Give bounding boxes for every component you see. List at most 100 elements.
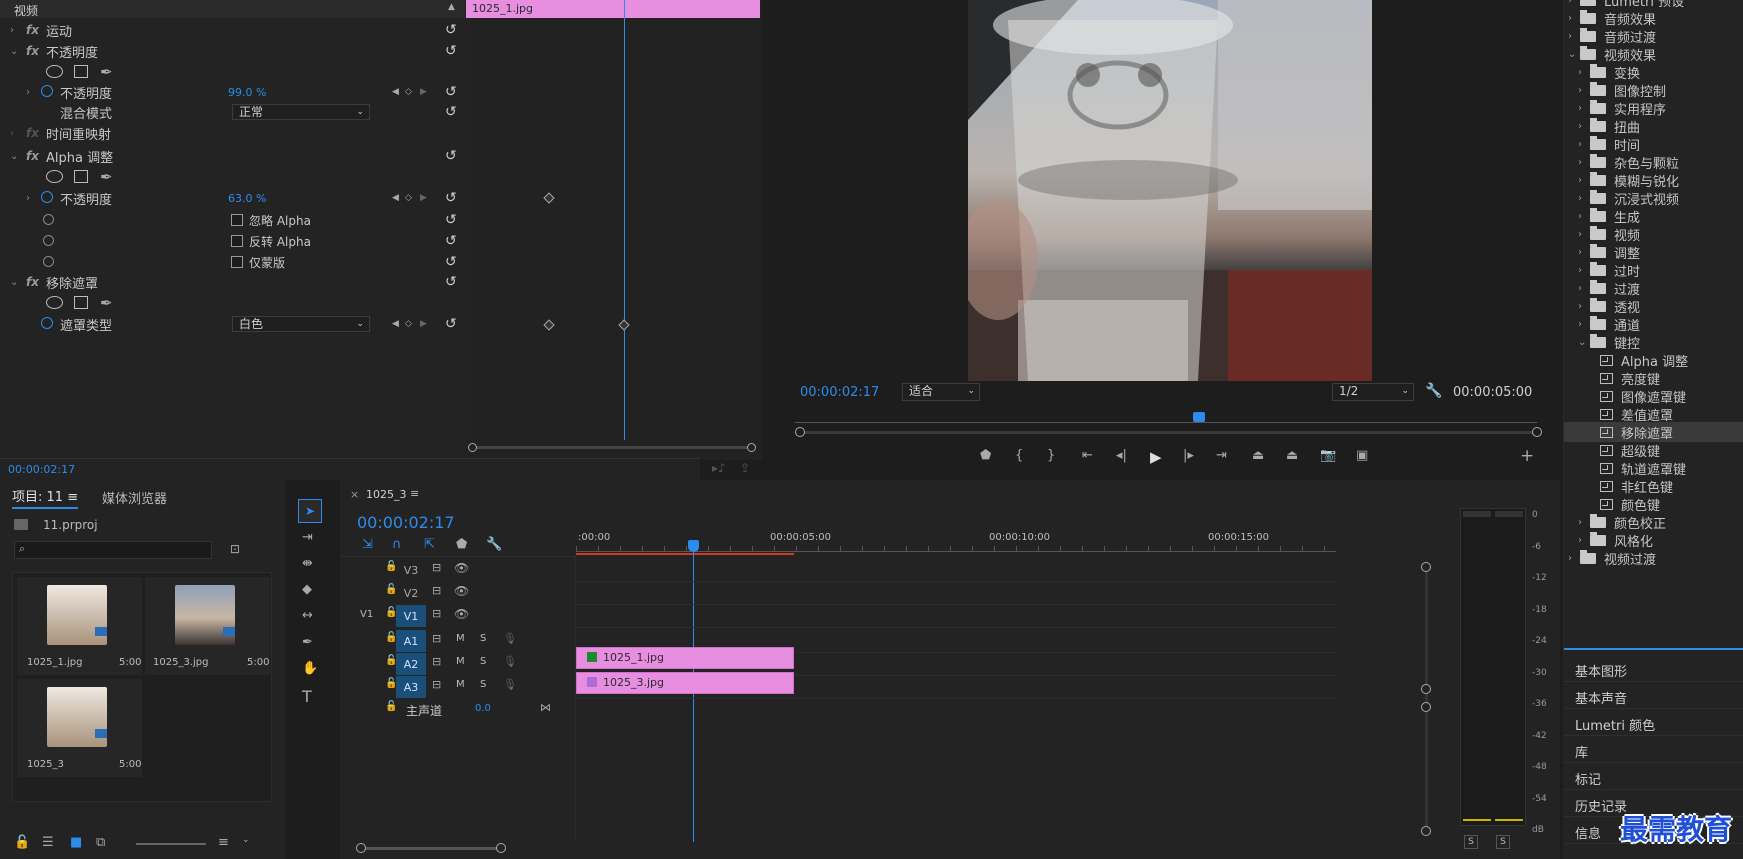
chevron-down-icon[interactable]: ⌄ xyxy=(10,151,18,162)
timeline-playhead[interactable] xyxy=(693,552,694,842)
sort-icon[interactable]: ≡ xyxy=(218,835,229,850)
mute-button[interactable]: M xyxy=(456,633,465,644)
add-keyframe-icon[interactable]: ◇ xyxy=(405,193,412,203)
scroll-handle-left[interactable] xyxy=(356,843,366,853)
effects-folder[interactable]: › 颜色校正 xyxy=(1564,512,1743,532)
rectangle-mask-icon[interactable] xyxy=(74,296,88,309)
ellipse-mask-icon[interactable] xyxy=(46,65,63,78)
effects-folder[interactable]: › 图像控制 xyxy=(1564,80,1743,100)
keyframe-icon[interactable] xyxy=(543,319,555,331)
chevron-down-icon[interactable]: ⌄ xyxy=(1568,49,1580,60)
chevron-right-icon[interactable]: › xyxy=(1568,31,1580,42)
sync-lock-icon[interactable]: ⊟ xyxy=(432,607,441,620)
snap-icon[interactable]: ∩ xyxy=(392,537,402,552)
reset-icon[interactable]: ↺ xyxy=(445,84,457,100)
stopwatch-icon[interactable] xyxy=(43,256,54,267)
side-panel-tab[interactable]: 库 xyxy=(1575,742,1588,761)
chevron-down-icon[interactable]: ⌄ xyxy=(10,277,18,288)
opacity-row[interactable]: ⌄ fx 不透明度 ↺ xyxy=(0,41,465,61)
keyframe-icon[interactable] xyxy=(618,319,630,331)
chevron-right-icon[interactable]: › xyxy=(1578,157,1590,168)
time-remap-row[interactable]: › fx 时间重映射 xyxy=(0,123,465,143)
chevron-right-icon[interactable]: › xyxy=(1578,535,1590,546)
track-header[interactable]: 🔓 V3 ⊟ 👁 xyxy=(340,558,575,582)
track-target[interactable]: A1 xyxy=(396,630,426,652)
effects-folder[interactable]: › 视频 xyxy=(1564,224,1743,244)
timeline-v-scrollbar[interactable] xyxy=(1425,564,1428,834)
blend-mode-select[interactable]: 正常 ⌄ xyxy=(232,104,370,120)
extract-icon[interactable]: ⏏ xyxy=(1286,448,1298,463)
selection-tool-icon[interactable]: ➤ xyxy=(298,499,322,523)
step-forward-icon[interactable]: |▸ xyxy=(1183,448,1194,463)
chevron-down-icon[interactable]: ⌄ xyxy=(10,46,18,57)
track-header[interactable]: 🔓 A1 ⊟ M S 🎙 xyxy=(340,629,575,653)
step-back-icon[interactable]: ◂| xyxy=(1116,448,1127,463)
mark-out-icon[interactable]: } xyxy=(1047,448,1055,463)
prev-keyframe-icon[interactable]: ◀ xyxy=(392,87,399,97)
chevron-right-icon[interactable]: › xyxy=(1578,247,1590,258)
effects-folder[interactable]: › 杂色与颗粒 xyxy=(1564,152,1743,172)
freeform-view-icon[interactable]: ⧉ xyxy=(96,835,105,850)
remove-matte-row[interactable]: ⌄ fx 移除遮罩 ↺ xyxy=(0,272,465,292)
mask-only-checkbox[interactable] xyxy=(231,256,243,268)
timeline-timecode[interactable]: 00:00:02:17 xyxy=(357,513,455,532)
scroll-up-icon[interactable]: ▲ xyxy=(448,2,455,12)
ripple-edit-tool-icon[interactable]: ⇼ xyxy=(302,556,313,571)
effects-folder[interactable]: › 时间 xyxy=(1564,134,1743,154)
chevron-right-icon[interactable]: › xyxy=(1578,301,1590,312)
keyframe-icon[interactable] xyxy=(543,192,555,204)
chevron-right-icon[interactable]: › xyxy=(1578,193,1590,204)
zoom-handle-left[interactable] xyxy=(795,427,805,437)
chevron-right-icon[interactable]: › xyxy=(1578,139,1590,150)
sync-lock-icon[interactable]: ⊟ xyxy=(432,655,441,668)
type-tool-icon[interactable]: T xyxy=(302,687,312,706)
effects-item[interactable]: 亮度键 xyxy=(1564,368,1743,388)
invert-alpha-checkbox[interactable] xyxy=(231,235,243,247)
effects-folder[interactable]: › 生成 xyxy=(1564,206,1743,226)
project-item[interactable]: 1025_3 5:00 xyxy=(17,679,142,777)
program-playhead[interactable] xyxy=(1193,412,1205,422)
bowtie-icon[interactable]: ⋈ xyxy=(540,701,551,714)
chevron-right-icon[interactable]: › xyxy=(1578,319,1590,330)
clip-v1[interactable]: 1025_3.jpg xyxy=(576,672,794,694)
microphone-icon[interactable]: 🎙 xyxy=(503,632,517,645)
list-view-icon[interactable]: ☰ xyxy=(42,835,54,850)
rectangle-mask-icon[interactable] xyxy=(74,65,88,78)
chevron-right-icon[interactable]: › xyxy=(1578,211,1590,222)
chevron-right-icon[interactable]: › xyxy=(1578,283,1590,294)
ignore-alpha-checkbox[interactable] xyxy=(231,214,243,226)
opacity-value[interactable]: 99.0 % xyxy=(228,86,266,99)
track-lane[interactable] xyxy=(576,604,1336,605)
ellipse-mask-icon[interactable] xyxy=(46,296,63,309)
zoom-handle-right[interactable] xyxy=(1532,427,1542,437)
chevron-right-icon[interactable]: › xyxy=(1568,13,1580,24)
new-bin-icon[interactable]: ⊡ xyxy=(230,542,240,556)
master-volume[interactable]: 0.0 xyxy=(475,703,491,714)
chevron-right-icon[interactable]: › xyxy=(1568,553,1580,564)
mute-button[interactable]: M xyxy=(456,679,465,690)
wrench-icon[interactable]: 🔧 xyxy=(486,537,502,552)
fx-icon[interactable]: fx xyxy=(26,44,39,58)
comparison-view-icon[interactable]: ▣ xyxy=(1356,448,1368,463)
effects-item[interactable]: Alpha 调整 xyxy=(1564,350,1743,370)
reset-icon[interactable]: ↺ xyxy=(445,190,457,206)
fx-icon[interactable]: fx xyxy=(26,149,39,163)
chevron-right-icon[interactable]: › xyxy=(1578,121,1590,132)
sync-lock-icon[interactable]: ⊟ xyxy=(432,632,441,645)
track-select-tool-icon[interactable]: ⇥ xyxy=(302,530,313,545)
stopwatch-icon[interactable] xyxy=(41,317,53,329)
v-scroll-handle[interactable] xyxy=(1421,562,1431,572)
pen-mask-icon[interactable]: ✒ xyxy=(100,63,113,81)
pen-mask-icon[interactable]: ✒ xyxy=(100,168,113,186)
chevron-right-icon[interactable]: › xyxy=(10,128,14,139)
reset-icon[interactable]: ↺ xyxy=(445,274,457,290)
timeline-h-scrollbar[interactable] xyxy=(360,847,500,850)
menu-icon[interactable]: ≡ xyxy=(67,490,78,505)
ellipse-mask-icon[interactable] xyxy=(46,170,63,183)
project-item[interactable]: 1025_3.jpg 5:00 xyxy=(145,577,270,675)
track-target[interactable]: V3 xyxy=(396,559,426,581)
reset-icon[interactable]: ↺ xyxy=(445,43,457,59)
chevron-right-icon[interactable]: › xyxy=(26,193,30,204)
microphone-icon[interactable]: 🎙 xyxy=(503,678,517,691)
effects-folder[interactable]: ⌄ 键控 xyxy=(1564,332,1743,352)
